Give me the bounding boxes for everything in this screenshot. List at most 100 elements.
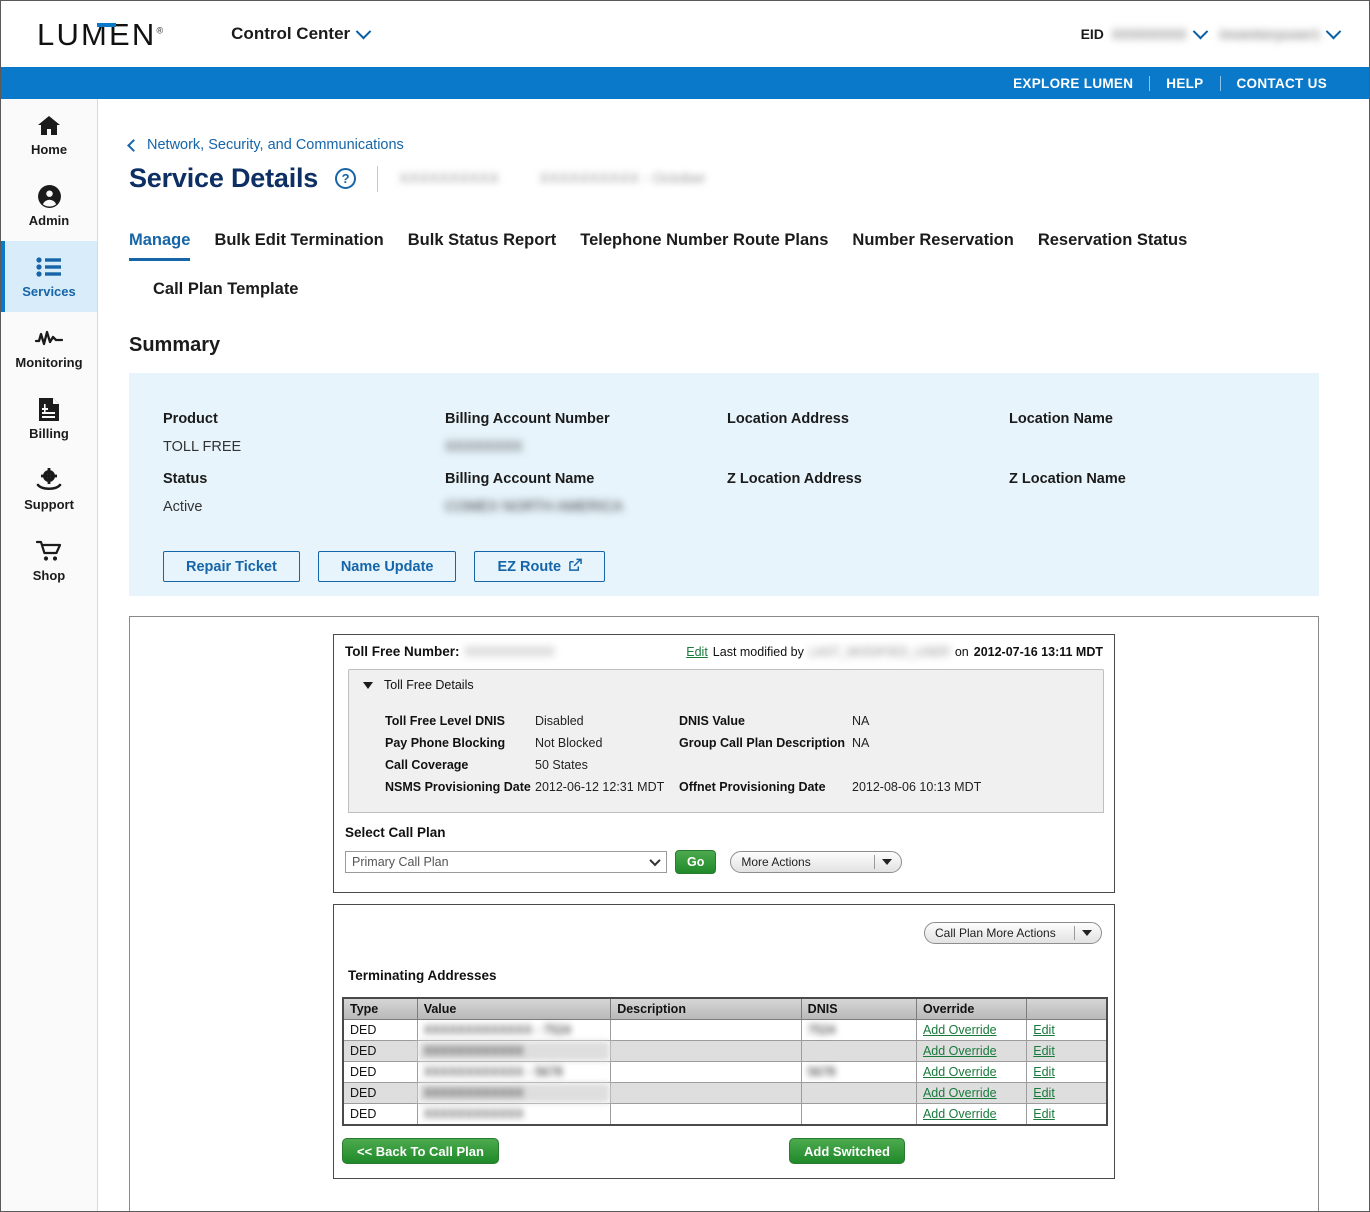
sidebar-label: Admin [28,213,70,228]
add-override-link[interactable]: Add Override [923,1023,997,1037]
summary-label-location-address: Location Address [727,411,849,427]
name-update-button[interactable]: Name Update [317,551,457,582]
call-plan-more-actions-dropdown[interactable]: Call Plan More Actions [924,922,1102,944]
table-row: DED XXXXXXXXXXXX Add Override Edit [342,1103,1108,1126]
toll-free-details-header[interactable]: Toll Free Details [349,670,1103,698]
dropdown-divider [874,855,876,869]
edit-link[interactable]: Edit [686,645,708,659]
cell-dnis [800,1103,917,1126]
edit-link[interactable]: Edit [1033,1023,1055,1037]
summary-grid: Product Billing Account Number Location … [163,411,1319,527]
tab-number-reservation[interactable]: Number Reservation [852,228,1013,261]
repair-ticket-button[interactable]: Repair Ticket [163,551,300,582]
title-meta: XXXXXXXXXX XXXXXXXXXX - October [399,170,706,187]
sidebar-item-shop[interactable]: Shop [1,525,97,596]
nav-help[interactable]: HELP [1150,76,1219,91]
summary-value-status: Active [163,499,203,515]
toll-free-number-label: Toll Free Number: [345,644,460,659]
eid-label: EID [1080,26,1104,42]
more-actions-dropdown[interactable]: More Actions [730,851,903,873]
detail-value-offnet-provisioning-date: 2012-08-06 10:13 MDT [852,780,982,794]
cell-override: Add Override [915,1103,1028,1126]
tab-bulk-status-report[interactable]: Bulk Status Report [408,228,557,261]
summary-panel: Product Billing Account Number Location … [129,373,1319,596]
summary-value-location-name [1009,439,1291,467]
sidebar-item-home[interactable]: Home [1,99,97,170]
cell-description [610,1103,802,1126]
tab-telephone-number-route-plans[interactable]: Telephone Number Route Plans [580,228,828,261]
nav-contact-us[interactable]: CONTACT US [1221,76,1344,91]
tab-reservation-status[interactable]: Reservation Status [1038,228,1187,261]
cell-edit: Edit [1026,1019,1108,1041]
chevron-down-icon [355,23,372,39]
triangle-down-icon[interactable] [363,681,373,689]
sidebar-label: Monitoring [15,355,83,370]
edit-link[interactable]: Edit [1033,1107,1055,1121]
detail-label-nsms-provisioning-date: NSMS Provisioning Date [385,780,531,794]
cell-value: XXXXXXXXXXXXX - 7524 [416,1019,612,1041]
ez-route-button[interactable]: EZ Route [474,551,606,582]
tab-call-plan-template[interactable]: Call Plan Template [153,277,299,310]
edit-link[interactable]: Edit [1033,1044,1055,1058]
tab-manage[interactable]: Manage [129,228,191,261]
cell-edit: Edit [1026,1040,1108,1062]
summary-label-location-name: Location Name [1009,411,1113,427]
sidebar-label: Home [30,142,68,157]
sidebar-label: Services [22,284,76,299]
detail-value-call-coverage: 50 States [535,758,588,772]
call-plan-panel: Call Plan More Actions Terminating Addre… [333,904,1115,1179]
cell-description [610,1040,802,1062]
control-center-menu[interactable]: Control Center [231,23,372,44]
sidebar-item-billing[interactable]: Billing [1,383,97,454]
toll-free-details-box: Toll Free Details Toll Free Level DNIS D… [348,669,1104,813]
user-menu[interactable]: inventoryuser1 [1220,23,1342,42]
sidebar-label: Shop [32,568,66,583]
summary-value-location-address [727,439,1009,467]
cell-edit: Edit [1026,1061,1108,1083]
detail-value-toll-free-level-dnis: Disabled [535,714,584,728]
breadcrumb-label: Network, Security, and Communications [147,137,404,153]
lumen-logo[interactable]: LUMEN® [37,19,163,50]
call-plan-select[interactable]: Primary Call Plan [345,851,667,873]
logo-text: LUMEN® [37,19,163,50]
sidebar-item-support[interactable]: Support [1,454,97,525]
breadcrumb[interactable]: Network, Security, and Communications [127,137,1369,153]
add-override-link[interactable]: Add Override [923,1065,997,1079]
add-override-link[interactable]: Add Override [923,1044,997,1058]
summary-actions: Repair Ticket Name Update EZ Route [163,551,1319,582]
select-call-plan-label: Select Call Plan [345,825,446,840]
summary-label-z-location-address: Z Location Address [727,471,862,487]
eid-selector[interactable]: EID XXXXXXXX [1080,23,1208,42]
help-icon[interactable]: ? [335,168,357,189]
call-plan-more-actions-label: Call Plan More Actions [935,926,1056,940]
summary-label-billing-account-name: Billing Account Name [445,471,595,487]
add-override-link[interactable]: Add Override [923,1086,997,1100]
external-link-icon [569,558,582,575]
sidebar-item-admin[interactable]: Admin [1,170,97,241]
column-header-actions [1026,997,1108,1020]
detail-value-blank [852,758,1103,772]
add-switched-button[interactable]: Add Switched [789,1138,905,1164]
logo-accent-bar [97,22,116,27]
tab-bulk-edit-termination[interactable]: Bulk Edit Termination [214,228,383,261]
sidebar-label: Billing [29,426,69,441]
sidebar-item-monitoring[interactable]: Monitoring [1,312,97,383]
cell-dnis [800,1082,917,1104]
terminating-addresses-table: Type Value Description DNIS Override DED [342,997,1108,1126]
call-plan-footer-actions: << Back To Call Plan Add Switched [342,1138,1114,1164]
sidebar-item-services[interactable]: Services [1,241,97,312]
title-divider [377,165,379,192]
nav-explore-lumen[interactable]: EXPLORE LUMEN [997,76,1149,91]
cell-edit: Edit [1026,1103,1108,1126]
edit-link[interactable]: Edit [1033,1086,1055,1100]
back-to-call-plan-button[interactable]: << Back To Call Plan [342,1138,499,1164]
cell-override: Add Override [915,1040,1028,1062]
last-modified-prefix: Last modified by [712,645,804,659]
cell-dnis: 5678 [800,1061,917,1083]
cell-value: XXXXXXXXXXXX - 5678 [416,1061,612,1083]
add-override-link[interactable]: Add Override [923,1107,997,1121]
brand-bar: LUMEN® Control Center EID XXXXXXXX inven… [1,1,1369,67]
go-button[interactable]: Go [675,850,717,874]
dropdown-divider [1074,926,1075,940]
edit-link[interactable]: Edit [1033,1065,1055,1079]
